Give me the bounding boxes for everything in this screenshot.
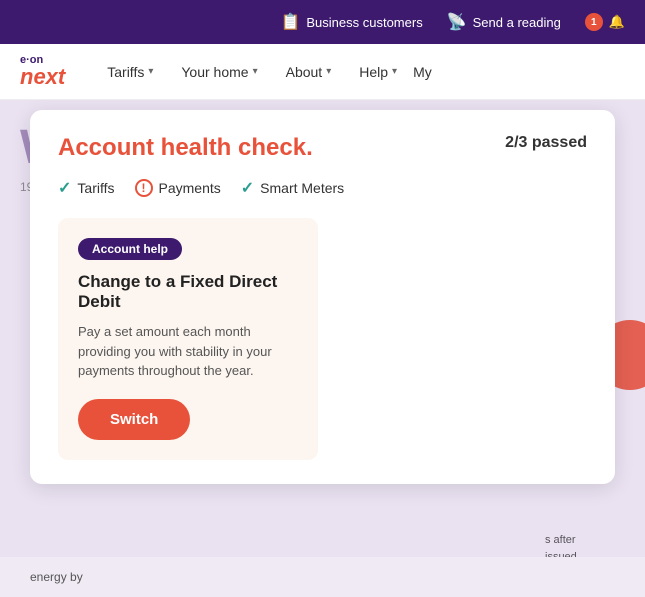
notification-badge: 1 xyxy=(585,13,603,31)
modal-overlay: Account health check. 2/3 passed ✓ Tarif… xyxy=(0,100,645,597)
nav-tariffs-label: Tariffs xyxy=(107,64,144,80)
send-reading-label: Send a reading xyxy=(473,15,561,30)
main-navigation: e·on next Tariffs ▾ Your home ▾ About ▾ … xyxy=(0,44,645,100)
modal-title: Account health check. xyxy=(58,134,313,162)
logo[interactable]: e·on next xyxy=(20,55,65,88)
send-reading-link[interactable]: 📡 Send a reading xyxy=(447,12,561,32)
nav-help-label: Help xyxy=(359,64,388,80)
check-smart-meters: ✓ Smart Meters xyxy=(241,178,344,198)
info-card-description: Pay a set amount each month providing yo… xyxy=(78,322,298,381)
bottom-energy-text: energy by xyxy=(30,570,83,584)
nav-my-label: My xyxy=(413,64,432,80)
check-payments-icon: ! xyxy=(135,179,153,197)
business-customers-label: Business customers xyxy=(306,15,422,30)
nav-your-home-label: Your home xyxy=(181,64,248,80)
nav-about[interactable]: About ▾ xyxy=(274,56,344,88)
switch-button[interactable]: Switch xyxy=(78,399,190,440)
health-check-modal: Account health check. 2/3 passed ✓ Tarif… xyxy=(30,110,615,484)
reading-icon: 📡 xyxy=(447,12,467,32)
nav-items: Tariffs ▾ Your home ▾ About ▾ Help ▾ My xyxy=(95,56,625,88)
account-help-badge: Account help xyxy=(78,238,182,260)
nav-your-home[interactable]: Your home ▾ xyxy=(169,56,269,88)
passed-badge: 2/3 passed xyxy=(505,134,587,152)
nav-help[interactable]: Help ▾ xyxy=(347,56,409,88)
nav-about-label: About xyxy=(286,64,323,80)
check-tariffs-label: Tariffs xyxy=(77,180,114,196)
help-chevron-icon: ▾ xyxy=(392,66,397,77)
top-utility-bar: 📋 Business customers 📡 Send a reading 1 … xyxy=(0,0,645,44)
check-smart-meters-label: Smart Meters xyxy=(260,180,344,196)
nav-tariffs[interactable]: Tariffs ▾ xyxy=(95,56,165,88)
business-customers-link[interactable]: 📋 Business customers xyxy=(280,12,422,32)
info-card: Account help Change to a Fixed Direct De… xyxy=(58,218,318,460)
check-payments-label: Payments xyxy=(159,180,221,196)
checks-row: ✓ Tariffs ! Payments ✓ Smart Meters xyxy=(58,178,587,198)
check-tariffs: ✓ Tariffs xyxy=(58,178,115,198)
bottom-bar: energy by xyxy=(0,557,645,597)
check-tariffs-icon: ✓ xyxy=(58,178,71,198)
logo-next: next xyxy=(20,66,65,88)
notification-item[interactable]: 1 🔔 xyxy=(585,13,625,31)
notification-icon: 🔔 xyxy=(609,14,625,30)
info-card-title: Change to a Fixed Direct Debit xyxy=(78,272,298,312)
modal-header: Account health check. 2/3 passed xyxy=(58,134,587,162)
your-home-chevron-icon: ▾ xyxy=(253,66,258,77)
business-icon: 📋 xyxy=(280,12,300,32)
check-payments: ! Payments xyxy=(135,179,221,197)
nav-my[interactable]: My xyxy=(413,64,432,80)
page-content: Wo 192 G Ac t paym payme ment is s after… xyxy=(0,100,645,597)
tariffs-chevron-icon: ▾ xyxy=(148,66,153,77)
about-chevron-icon: ▾ xyxy=(326,66,331,77)
check-smart-meters-icon: ✓ xyxy=(241,178,254,198)
